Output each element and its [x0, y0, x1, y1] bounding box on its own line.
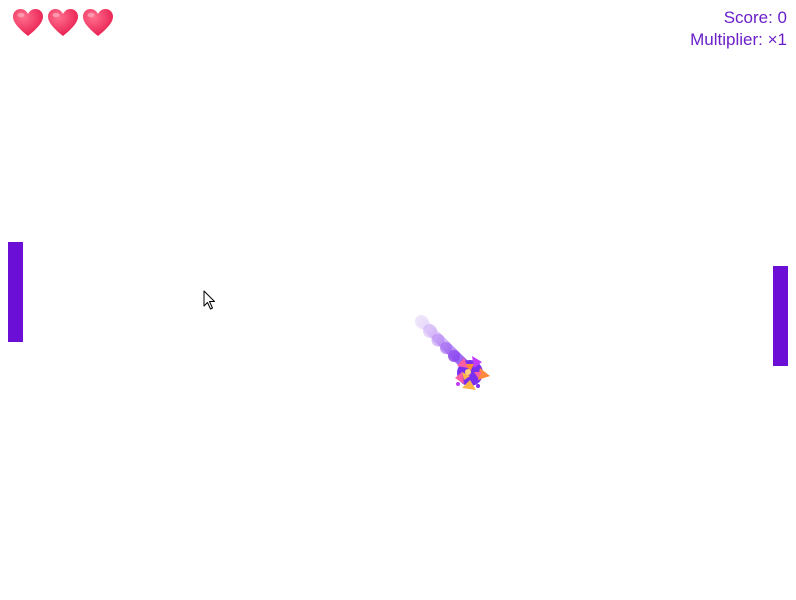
game-canvas[interactable]: Score: 0 Multiplier: ×1	[0, 0, 796, 600]
ball-layer	[415, 315, 490, 390]
mouse-pointer-icon	[203, 290, 215, 310]
ball-trail	[415, 315, 471, 371]
